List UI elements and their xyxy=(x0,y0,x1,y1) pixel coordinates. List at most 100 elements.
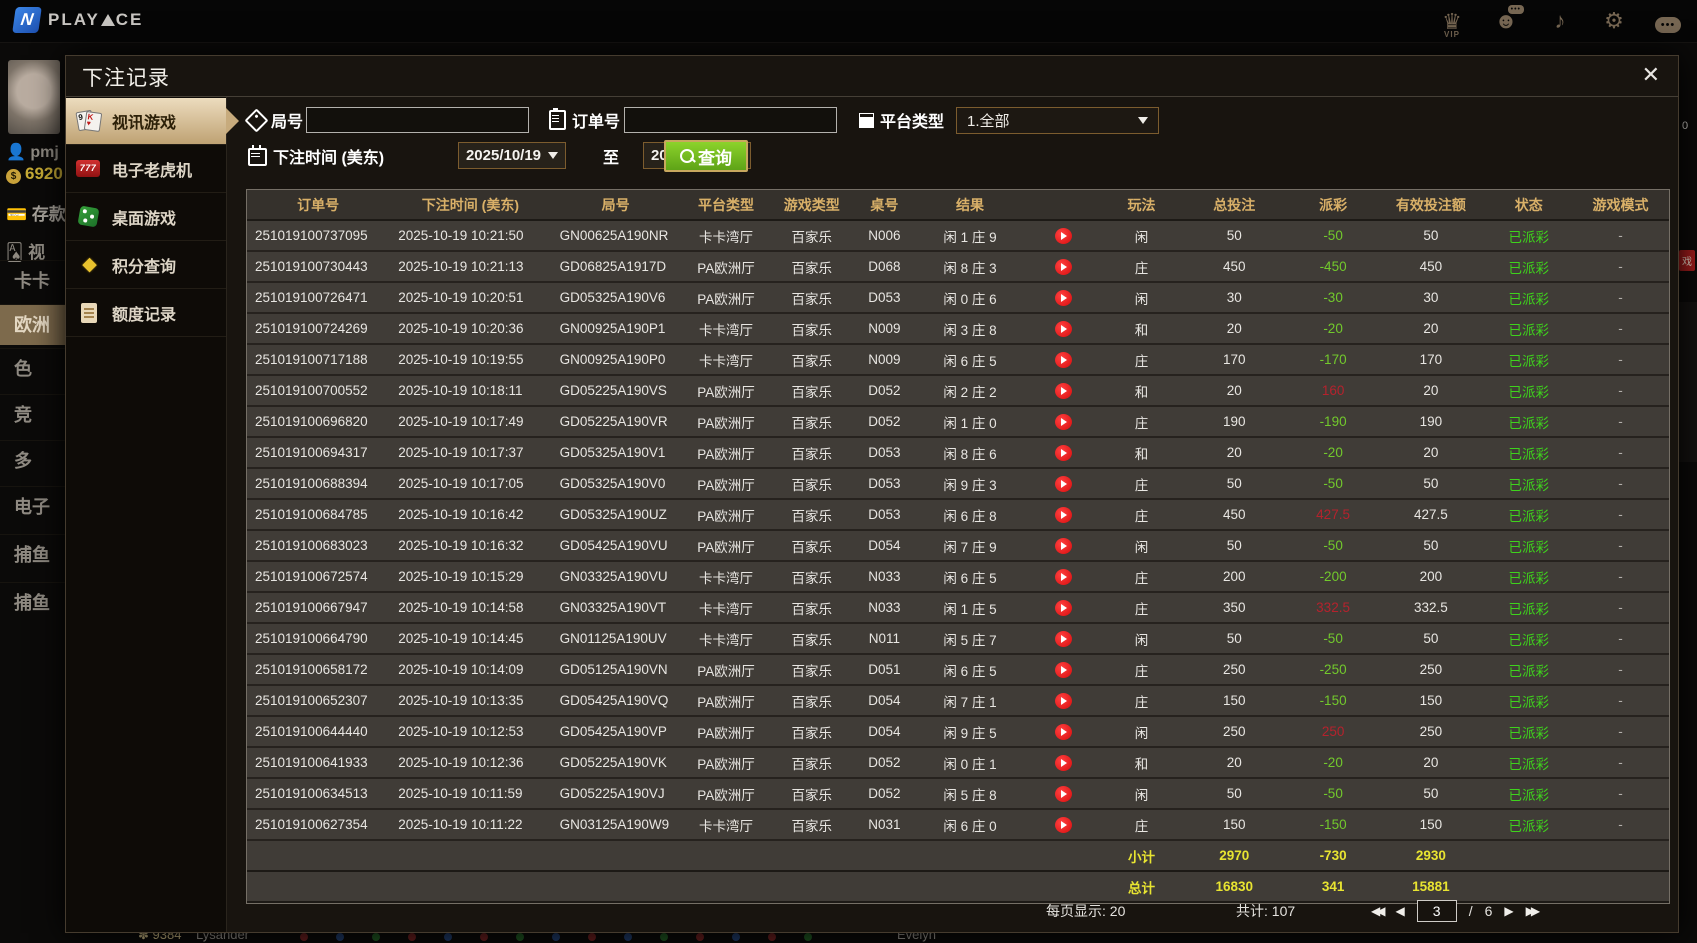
tab-points-query[interactable]: ◆ 积分查询 xyxy=(66,242,226,289)
video-play-icon[interactable] xyxy=(1055,785,1073,802)
platform-select[interactable]: 1.全部 xyxy=(956,107,1159,134)
prev-page-icon[interactable]: ◀ xyxy=(1395,898,1404,924)
close-icon[interactable]: ✕ xyxy=(1642,64,1660,86)
video-play-icon[interactable] xyxy=(1055,413,1073,430)
dice-icon xyxy=(76,205,103,229)
support-icon[interactable]: ☻ ••• xyxy=(1491,4,1524,38)
tab-quota-records[interactable]: 额度记录 xyxy=(66,290,226,337)
video-play-icon[interactable] xyxy=(1055,630,1073,647)
column-header: 订单号 xyxy=(247,190,391,221)
modal-tab-list: 9 K ♥ 视讯游戏 777 电子老虎机 桌面游戏 ◆ 积分查询 额度记录 xyxy=(66,97,239,932)
server-list-icon xyxy=(859,112,874,128)
round-filter-label: 局号 xyxy=(244,107,303,133)
video-play-icon[interactable] xyxy=(1055,723,1073,740)
tab-table-games[interactable]: 桌面游戏 xyxy=(66,194,226,241)
video-play-icon[interactable] xyxy=(1055,754,1073,771)
column-header: 局号 xyxy=(551,190,681,221)
video-play-icon[interactable] xyxy=(1055,816,1073,833)
column-header: 状态 xyxy=(1485,190,1573,221)
page-number-input[interactable]: 3 xyxy=(1416,900,1457,922)
table-row: 251019100730443 2025-10-19 10:21:13 GD0682… xyxy=(247,251,1669,283)
column-header: 玩法 xyxy=(1104,190,1179,221)
order-filter-label: 订单号 xyxy=(549,108,620,132)
bet-time-label: 下注时间 (美东) xyxy=(248,144,384,168)
table-row: 251019100634513 2025-10-19 10:11:59 GD0522… xyxy=(247,778,1669,810)
background-nav-item: 卡卡 xyxy=(0,260,65,301)
column-header: 结果 xyxy=(916,190,1024,221)
table-row: 251019100667947 2025-10-19 10:14:58 GN0332… xyxy=(247,592,1669,624)
subtotal-row: 小计 2970 -730 2930 xyxy=(247,840,1669,872)
table-row: 251019100717188 2025-10-19 10:19:55 GN0092… xyxy=(247,344,1669,376)
tab-label: 电子老虎机 xyxy=(112,163,193,180)
table-row: 251019100726471 2025-10-19 10:20:51 GD0532… xyxy=(247,282,1669,314)
background-deposit: 💳 存款 xyxy=(6,205,65,224)
table-row: 251019100683023 2025-10-19 10:16:32 GD0542… xyxy=(247,530,1669,562)
video-play-icon[interactable] xyxy=(1055,506,1073,523)
brand-a-triangle-icon xyxy=(100,13,115,26)
tab-video-games[interactable]: 9 K ♥ 视讯游戏 xyxy=(66,98,239,145)
playace-logo-icon xyxy=(12,7,42,33)
title-divider xyxy=(66,96,1678,97)
video-play-icon[interactable] xyxy=(1055,320,1073,337)
video-play-icon[interactable] xyxy=(1055,289,1073,306)
column-header: 下注时间 (美东) xyxy=(390,190,552,221)
video-play-icon[interactable] xyxy=(1055,568,1073,585)
page-separator: / xyxy=(1468,903,1473,919)
first-page-icon[interactable]: ◀◀ xyxy=(1371,898,1386,924)
background-username: 👤 pmj xyxy=(6,144,59,161)
table-row: 251019100641933 2025-10-19 10:12:36 GD0522… xyxy=(247,747,1669,779)
round-input[interactable] xyxy=(306,107,529,133)
video-play-icon[interactable] xyxy=(1055,351,1073,368)
video-play-icon[interactable] xyxy=(1055,382,1073,399)
bet-table-body: 251019100737095 2025-10-19 10:21:50 GN0062… xyxy=(247,220,1669,903)
video-play-icon[interactable] xyxy=(1055,258,1073,275)
music-icon[interactable]: ♪ xyxy=(1545,4,1575,38)
pagination-bar: 每页显示: 20 共计: 107 ◀◀ ◀ 3 / 6 ▶ ▶▶ xyxy=(246,898,1668,924)
video-play-icon[interactable] xyxy=(1055,692,1073,709)
video-play-icon[interactable] xyxy=(1055,599,1073,616)
date-from-picker[interactable]: 2025/10/19 xyxy=(458,142,566,169)
table-row: 251019100696820 2025-10-19 10:17:49 GD0522… xyxy=(247,406,1669,438)
video-play-icon[interactable] xyxy=(1055,444,1073,461)
tag-icon xyxy=(244,107,269,133)
column-header: 总投注 xyxy=(1178,190,1290,221)
video-play-icon[interactable] xyxy=(1055,661,1073,678)
video-play-icon[interactable] xyxy=(1055,227,1073,244)
next-page-icon[interactable]: ▶ xyxy=(1504,898,1513,924)
video-play-icon[interactable] xyxy=(1055,537,1073,554)
pagination-nav: ◀◀ ◀ 3 / 6 ▶ ▶▶ xyxy=(1371,898,1541,924)
search-button[interactable]: 查询 xyxy=(664,140,748,172)
clipboard-icon xyxy=(549,108,566,130)
vip-icon[interactable]: ♛ VIP xyxy=(1437,5,1467,39)
gem-icon: ◆ xyxy=(82,254,97,275)
cards-icon: 9 K ♥ xyxy=(75,109,103,133)
column-header: 游戏类型 xyxy=(771,190,853,221)
top-bar: PLAY CE ♛VIP ☻••• ♪ ⚙ xyxy=(0,0,1697,43)
app-root: PLAY CE ♛VIP ☻••• ♪ ⚙ 👤 pmj $6920 💳 存款 🂡 视 … xyxy=(0,0,1697,943)
table-row: 251019100644440 2025-10-19 10:12:53 GD0542… xyxy=(247,716,1669,748)
video-play-icon[interactable] xyxy=(1055,475,1073,492)
total-pages-label: 6 xyxy=(1484,903,1493,919)
background-nav-item: 竞 xyxy=(0,394,65,435)
last-page-icon[interactable]: ▶▶ xyxy=(1526,898,1541,924)
table-row: 251019100700552 2025-10-19 10:18:11 GD0522… xyxy=(247,375,1669,407)
chevron-down-icon xyxy=(548,152,559,159)
total-count-label: 共计: 107 xyxy=(1236,903,1296,919)
table-row: 251019100652307 2025-10-19 10:13:35 GD0542… xyxy=(247,685,1669,717)
background-nav-item: 电子 xyxy=(0,486,65,527)
table-row: 251019100672574 2025-10-19 10:15:29 GN0332… xyxy=(247,561,1669,593)
tab-slots[interactable]: 777 电子老虎机 xyxy=(66,146,226,193)
chat-icon[interactable] xyxy=(1653,4,1683,38)
background-balance: $6920 xyxy=(6,164,63,184)
topbar-icon-group: ♛ VIP ☻ ••• ♪ ⚙ xyxy=(1437,4,1683,38)
settings-icon[interactable]: ⚙ xyxy=(1599,4,1629,38)
column-header: 桌号 xyxy=(852,190,917,221)
bet-records-modal: 下注记录 ✕ 9 K ♥ 视讯游戏 777 电子老虎机 桌面游戏 ◆ 积分查询 额度记录 局号 订… xyxy=(65,55,1679,933)
avatar xyxy=(8,60,60,134)
background-nav-item: 捕鱼 xyxy=(0,582,65,623)
table-row: 251019100664790 2025-10-19 10:14:45 GN0112… xyxy=(247,623,1669,655)
background-nav-item: 色 xyxy=(0,348,65,389)
platform-filter-label: 平台类型 xyxy=(859,108,944,132)
order-input[interactable] xyxy=(624,107,837,133)
chevron-down-icon xyxy=(1138,117,1148,124)
